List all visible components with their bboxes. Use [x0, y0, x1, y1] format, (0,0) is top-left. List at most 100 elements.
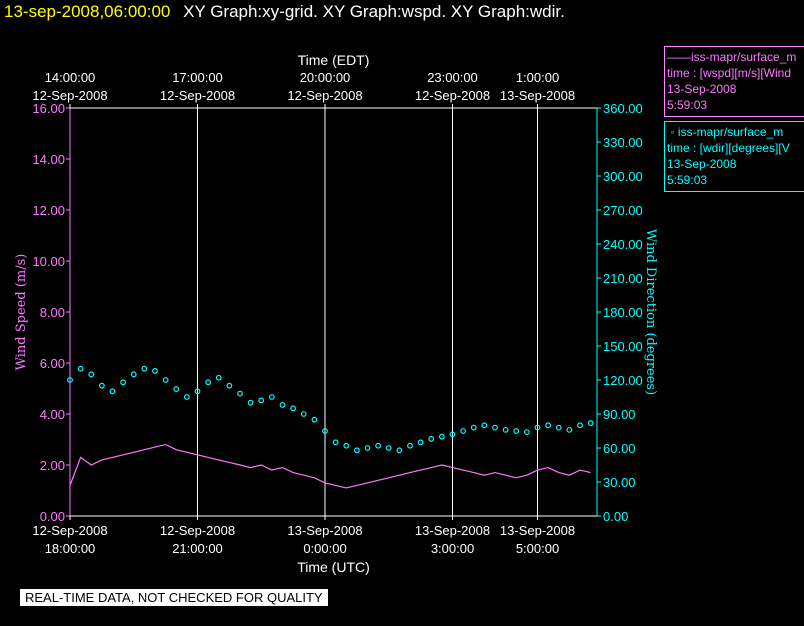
left-tick-label: 12.00 — [32, 203, 65, 218]
legend-wdir-time: 5:59:03 — [667, 173, 708, 187]
legend-wdir: ◦ iss-mapr/surface_m time : [wdir][degre… — [664, 121, 804, 192]
series-layer — [67, 365, 594, 489]
wind-direction-point — [428, 436, 435, 442]
wind-direction-point — [311, 416, 318, 423]
bottom-tick-date: 12-Sep-2008 — [32, 523, 107, 538]
top-axis-title: Time (EDT) — [298, 52, 370, 68]
wind-direction-point — [300, 411, 307, 417]
left-axis-title: Wind Speed (m/s) — [14, 254, 29, 371]
wind-direction-point — [279, 402, 286, 408]
wind-direction-point — [205, 379, 212, 386]
wind-direction-point — [290, 405, 297, 412]
wind-direction-point — [226, 382, 233, 389]
wind-direction-point — [566, 426, 573, 433]
wind-direction-point — [375, 442, 382, 449]
wind-speed-line — [69, 443, 591, 489]
left-tick-label: 14.00 — [32, 152, 65, 167]
wind-direction-point — [88, 371, 95, 378]
wind-direction-point — [502, 426, 509, 433]
axes-layer: 0.00 2.00 4.00 6.00 8.00 10.00 12.00 14.00 16.00… — [14, 52, 658, 575]
bottom-tick-date: 13-Sep-2008 — [287, 523, 362, 538]
wind-direction-point — [470, 424, 477, 431]
wind-direction-point — [407, 442, 413, 449]
top-tick-date: 12-Sep-2008 — [32, 88, 107, 103]
right-tick-label: 210.00 — [603, 271, 643, 286]
wind-direction-point — [332, 439, 339, 446]
top-tick-date: 13-Sep-2008 — [500, 88, 575, 103]
wind-direction-point — [141, 365, 148, 372]
left-tick-label: 6.00 — [40, 356, 65, 371]
right-axis-title: Wind Direction (degrees) — [643, 229, 658, 395]
right-tick-label: 270.00 — [603, 203, 643, 218]
bottom-tick-time: 18:00:00 — [45, 541, 96, 556]
bottom-tick-time: 0:00:00 — [303, 541, 346, 556]
disclaimer-banner: REAL-TIME DATA, NOT CHECKED FOR QUALITY — [20, 589, 328, 606]
left-tick-label: 10.00 — [32, 254, 65, 269]
legend-wdir-series-name: iss-mapr/surface_m — [677, 125, 784, 139]
right-tick-label: 0.00 — [603, 509, 628, 524]
wind-direction-point — [364, 445, 371, 451]
right-tick-label: 30.00 — [603, 475, 636, 490]
left-tick-label: 2.00 — [40, 458, 65, 473]
wind-direction-point — [555, 424, 562, 431]
top-tick-date: 12-Sep-2008 — [160, 88, 235, 103]
right-tick-label: 240.00 — [603, 237, 643, 252]
left-tick-label: 0.00 — [40, 509, 65, 524]
wind-direction-point — [162, 377, 169, 383]
wind-direction-point — [577, 422, 583, 429]
wind-direction-point — [353, 447, 360, 454]
legend-wdir-series: ◦ iss-mapr/surface_m — [667, 124, 804, 140]
wind-direction-point — [513, 428, 520, 434]
wind-direction-point — [385, 445, 392, 451]
wind-direction-point — [460, 428, 467, 434]
legend: ——iss-mapr/surface_m time : [wspd][m/s][… — [664, 46, 804, 192]
top-tick-time: 20:00:00 — [300, 70, 351, 85]
grid-layer — [197, 108, 538, 516]
right-tick-label: 300.00 — [603, 169, 643, 184]
top-tick-time: 1:00:00 — [516, 70, 559, 85]
legend-wdir-desc: time : [wdir][degrees][V — [667, 141, 790, 155]
wind-direction-point — [109, 388, 116, 395]
top-tick-time: 23:00:00 — [427, 70, 478, 85]
right-tick-label: 360.00 — [603, 101, 643, 116]
top-tick-date: 12-Sep-2008 — [415, 88, 490, 103]
wind-direction-point — [268, 394, 275, 400]
left-tick-label: 4.00 — [40, 407, 65, 422]
legend-wspd-series: ——iss-mapr/surface_m — [667, 50, 797, 64]
right-tick-label: 120.00 — [603, 373, 643, 388]
legend-wspd: ——iss-mapr/surface_m time : [wspd][m/s][… — [664, 46, 804, 117]
top-tick-time: 17:00:00 — [172, 70, 223, 85]
wind-direction-point — [247, 399, 254, 406]
wind-direction-point — [173, 386, 180, 392]
wind-direction-point — [215, 374, 222, 381]
top-tick-date: 12-Sep-2008 — [287, 88, 362, 103]
bottom-tick-time: 3:00:00 — [431, 541, 474, 556]
left-tick-label: 8.00 — [40, 305, 65, 320]
wind-direction-point — [545, 422, 552, 429]
bottom-tick-time: 21:00:00 — [172, 541, 223, 556]
right-tick-label: 330.00 — [603, 135, 643, 150]
legend-wspd-date: 13-Sep-2008 — [667, 82, 737, 96]
right-tick-label: 90.00 — [603, 407, 636, 422]
bottom-tick-date: 12-Sep-2008 — [160, 523, 235, 538]
right-tick-label: 180.00 — [603, 305, 643, 320]
wind-direction-point — [396, 447, 403, 454]
wind-direction-point — [417, 439, 424, 446]
right-tick-label: 150.00 — [603, 339, 643, 354]
bottom-axis-title: Time (UTC) — [297, 559, 370, 575]
wind-direction-point — [438, 433, 445, 440]
wind-direction-point — [183, 394, 190, 400]
legend-wdir-date: 13-Sep-2008 — [667, 157, 737, 171]
bottom-tick-date: 13-Sep-2008 — [415, 523, 490, 538]
wind-direction-point — [258, 397, 265, 404]
legend-wspd-series-name: iss-mapr/surface_m — [691, 50, 797, 64]
bottom-tick-date: 13-Sep-2008 — [500, 523, 575, 538]
legend-wdir-marker: ◦ — [667, 125, 678, 139]
wind-direction-point — [130, 371, 137, 378]
wind-direction-point — [343, 442, 350, 449]
wind-direction-point — [587, 420, 594, 426]
wind-direction-point — [152, 368, 158, 374]
wind-direction-point — [237, 390, 243, 397]
wind-direction-point — [98, 382, 105, 389]
wind-direction-point — [481, 422, 488, 429]
